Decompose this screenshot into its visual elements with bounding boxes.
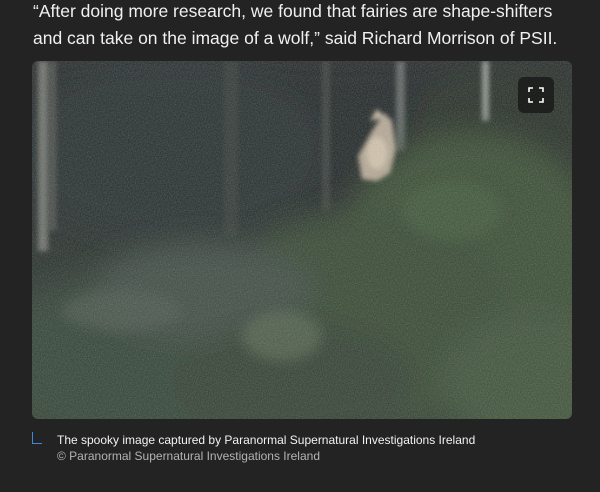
caption-credit: © Paranormal Supernatural Investigations… <box>57 449 320 463</box>
quote-line-1: “After doing more research, we found tha… <box>33 1 553 21</box>
caption-text: The spooky image captured by Paranormal … <box>57 433 476 447</box>
fullscreen-icon <box>528 87 544 103</box>
article-quote: “After doing more research, we found tha… <box>33 0 593 52</box>
expand-image-button[interactable] <box>518 77 554 113</box>
quote-line-2: and can take on the image of a wolf,” sa… <box>33 28 558 48</box>
forest-night-image <box>32 61 572 419</box>
article-photo[interactable] <box>32 61 572 419</box>
caption-corner-icon <box>32 432 42 444</box>
